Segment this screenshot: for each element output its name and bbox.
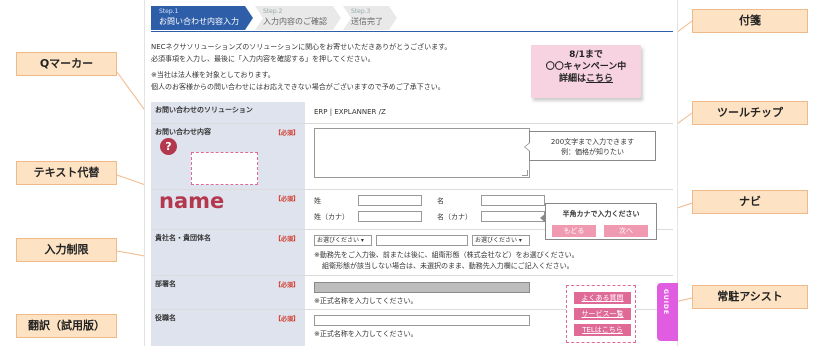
navi-buttons: もどる 次へ — [552, 225, 648, 237]
select-value: お選びください — [475, 237, 518, 244]
field-label: 部署名 【必須】 — [151, 276, 305, 309]
field-label-text: お問い合わせ内容 — [155, 128, 211, 136]
navi-text: 半角カナで入力ください — [562, 210, 640, 218]
sei-label: 姓 — [314, 197, 321, 205]
text-alternative-box — [191, 152, 258, 185]
steps-divider — [151, 31, 673, 32]
company-note: 組衛形態が該当しない場合は、未選択のまま、動務先入力欄にご記入ください。 — [322, 262, 574, 270]
intro-text: NECネクサソリューションズのソリューションに関心をお寄せいただきありがとうござ… — [151, 42, 521, 94]
field-label: お問い合わせのソリューション — [151, 102, 305, 123]
intro-line: 必須事項を入力し、最後に「入力内容を確認する」を押してください。 — [151, 55, 375, 63]
tooltip-line: 200文字まで入力できます — [550, 138, 635, 146]
title-input[interactable] — [314, 315, 530, 326]
sticky-line: 〇〇キャンペーン中 — [545, 62, 627, 72]
field-label-text: 貴社名・貴団体名 — [155, 234, 211, 242]
sticky-line: 8/1まで — [569, 50, 603, 60]
progress-steps: Step.1 お問い合わせ内容入力 Step.2 入力内容のご確認 Step.3… — [151, 6, 399, 30]
guide-tab-label: GUIDE — [662, 289, 669, 316]
step-1: Step.1 お問い合わせ内容入力 — [151, 6, 253, 30]
intro-line: ※当社は法人様を対象としております。 — [151, 71, 275, 79]
assist-faq-button[interactable]: よくある質問 — [574, 292, 631, 304]
mei-input[interactable] — [481, 195, 545, 206]
required-badge: 【必須】 — [275, 282, 300, 289]
name-alt-text: name — [159, 189, 225, 213]
mei-kana-label: 名（カナ） — [437, 213, 472, 221]
callout-q-marker: Qマーカー — [16, 52, 117, 76]
required-badge: 【必須】 — [275, 316, 300, 323]
company-name-input[interactable] — [376, 235, 468, 246]
form-row-solution: お問い合わせのソリューション ERP | EXPLANNER /Z — [151, 102, 673, 124]
callout-assist: 常駐アシスト — [692, 285, 808, 309]
company-note: ※動務先をご入力後、前または後に、組衛形態（株式会社など）をお選びください。 — [314, 251, 579, 259]
sei-kana-input[interactable] — [358, 211, 422, 222]
solution-value: ERP | EXPLANNER /Z — [309, 102, 673, 123]
navi-popup: 半角カナで入力ください もどる 次へ — [540, 203, 657, 240]
required-badge: 【必須】 — [275, 236, 300, 243]
step-3: Step.3 送信完了 — [343, 6, 397, 30]
step-number: Step.2 — [263, 8, 283, 15]
intro-line: 個人のお客様からの問い合わせにはお応えできない場合がございますので予めご了承下さ… — [151, 83, 445, 91]
step-2: Step.2 入力内容のご確認 — [255, 6, 341, 30]
step-label: お問い合わせ内容入力 — [159, 17, 239, 26]
sticky-line: 詳細はこちら — [531, 73, 641, 85]
sticky-link[interactable]: こちら — [586, 74, 613, 84]
assist-services-button[interactable]: サービス一覧 — [574, 308, 631, 320]
navi-back-button[interactable]: もどる — [552, 225, 596, 237]
step-number: Step.1 — [159, 8, 179, 15]
sticky-text: 詳細は — [558, 74, 586, 84]
inquiry-textarea[interactable] — [314, 128, 530, 178]
solution-text: ERP | EXPLANNER /Z — [314, 108, 386, 116]
callout-translation: 翻訳（試用版） — [16, 314, 117, 338]
select-value: お選びください — [317, 237, 360, 244]
step-label: 送信完了 — [351, 17, 383, 26]
tooltip: 200文字まで入力できます 例：価格が知りたい — [524, 131, 656, 161]
company-prefix-select[interactable]: お選びください ▾ — [314, 235, 372, 246]
callout-text-alt: テキスト代替 — [16, 161, 117, 185]
callout-tooltip: ツールチップ — [692, 101, 808, 125]
q-marker-icon[interactable]: ? — [160, 138, 177, 155]
step-label: 入力内容のご確認 — [263, 17, 327, 26]
field-label-text: 役職名 — [155, 314, 176, 322]
required-badge: 【必須】 — [275, 130, 300, 137]
sei-kana-label: 姓（カナ） — [314, 213, 349, 221]
field-label: 貴社名・貴団体名 【必須】 — [151, 230, 305, 275]
guide-tab[interactable]: GUIDE — [657, 283, 678, 341]
field-label-text: 部署名 — [155, 280, 176, 288]
navi-next-button[interactable]: 次へ — [604, 225, 648, 237]
mei-kana-input[interactable] — [481, 211, 545, 222]
resident-assist-panel: よくある質問 サービス一覧 TELはこちら — [566, 285, 636, 343]
mei-label: 名 — [437, 197, 444, 205]
field-label: 役職名 【必須】 — [151, 310, 305, 346]
company-suffix-select[interactable]: お選びください ▾ — [472, 235, 530, 246]
tooltip-line: 例：価格が知りたい — [561, 148, 624, 156]
callout-sticky: 付箋 — [692, 9, 808, 33]
title-note: ※正式名称を入力してください。 — [314, 330, 418, 338]
department-note: ※正式名称を入力してください。 — [314, 297, 418, 305]
sei-input[interactable] — [358, 195, 422, 206]
callout-input-limit: 入力制限 — [16, 238, 117, 262]
step-number: Step.3 — [351, 8, 371, 15]
assist-tel-button[interactable]: TELはこちら — [574, 324, 631, 336]
required-badge: 【必須】 — [275, 196, 300, 203]
intro-line: NECネクサソリューションズのソリューションに関心をお寄せいただきありがとうござ… — [151, 43, 452, 51]
callout-navi: ナビ — [692, 190, 808, 214]
department-input-disabled[interactable] — [314, 282, 530, 293]
sticky-note[interactable]: 8/1まで 〇〇キャンペーン中 詳細はこちら — [531, 45, 641, 98]
